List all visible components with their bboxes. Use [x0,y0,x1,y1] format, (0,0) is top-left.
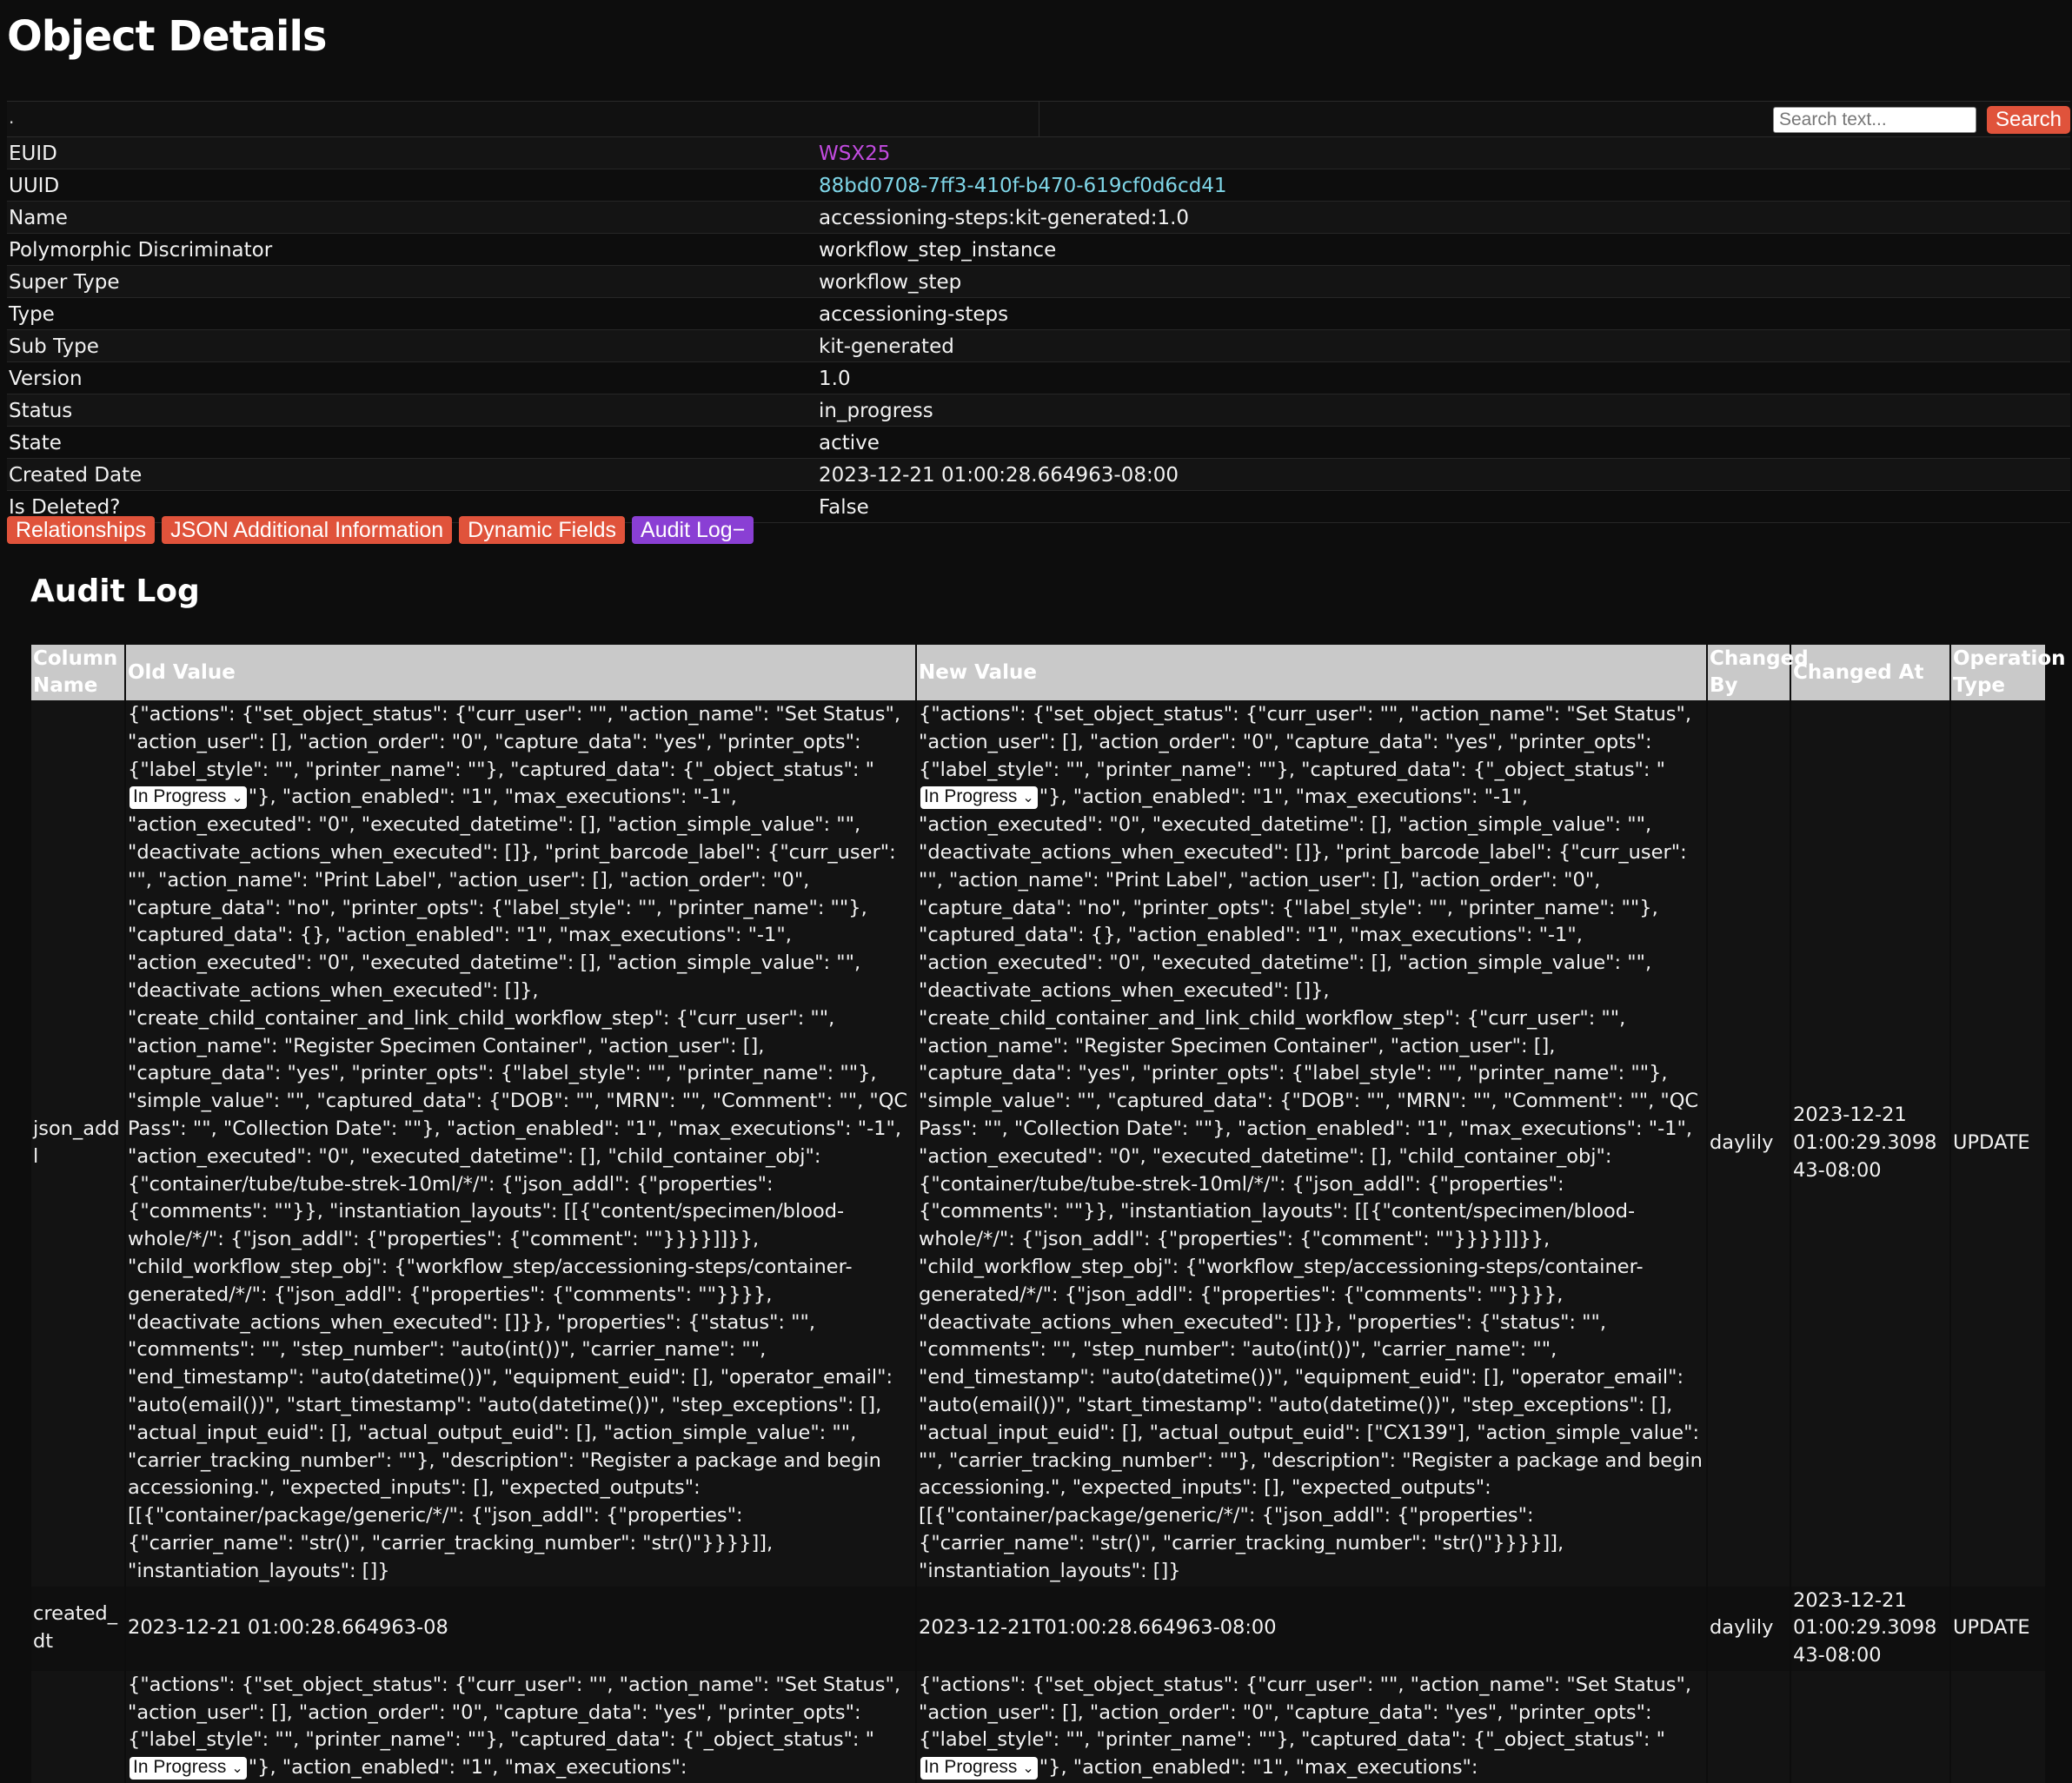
property-label: State [9,432,62,454]
cell-column-name: created_dt [31,1586,126,1671]
column-header-old-value: Old Value [125,645,917,700]
cell-column-name [31,1670,126,1783]
column-header-changed-by: Changed By [1707,645,1809,700]
cell-old-value: 2023-12-21 01:00:28.664963-08 [125,1586,917,1671]
property-label: Super Type [9,271,120,294]
cell-changed-by: daylily [1707,1586,1791,1671]
cell-changed-by: daylily [1707,700,1791,1587]
json-text: "}, "action_enabled": "1", "max_executio… [248,1756,687,1780]
status-select[interactable]: In Progress ⌄ [920,785,1038,809]
property-value: False [819,496,869,519]
column-header-operation-type: Operation Type [1950,645,2066,700]
cell-new-value: 2023-12-21T01:00:28.664963-08:00 [916,1586,1708,1671]
properties-table: EUID WSX25 UUID 88bd0708-7ff3-410f-b470-… [7,137,2070,523]
property-row-polymorphic-discriminator: Polymorphic Discriminator workflow_step_… [7,234,2070,266]
status-select-value: In Progress [924,785,1018,806]
cell-column-name: json_addl [31,700,126,1587]
property-row-uuid: UUID 88bd0708-7ff3-410f-b470-619cf0d6cd4… [7,169,2070,202]
property-row-version: Version 1.0 [7,362,2070,394]
property-label: Type [9,303,55,326]
tab-audit-log[interactable]: Audit Log− [632,516,754,544]
uuid-link[interactable]: 88bd0708-7ff3-410f-b470-619cf0d6cd41 [819,175,1227,197]
cell-changed-at: 2023-12-21 01:00:29.309843-08:00 [1790,1586,1951,1671]
property-row-euid: EUID WSX25 [7,137,2070,169]
json-text: {"actions": {"set_object_status": {"curr… [128,703,901,781]
property-row-status: Status in_progress [7,394,2070,427]
property-row-name: Name accessioning-steps:kit-generated:1.… [7,202,2070,234]
property-label: Status [9,400,73,422]
cell-changed-at [1790,1670,1951,1783]
tab-json-additional-information[interactable]: JSON Additional Information [162,516,453,544]
cell-old-value: {"actions": {"set_object_status": {"curr… [125,700,917,1587]
json-text: {"actions": {"set_object_status": {"curr… [128,1673,901,1752]
json-text: "}, "action_enabled": "1", "max_executio… [128,785,908,1582]
chevron-down-icon: ⌄ [1022,790,1034,805]
property-value: accessioning-steps:kit-generated:1.0 [819,207,1190,229]
section-tabs: Relationships JSON Additional Information… [7,516,760,544]
cell-operation-type: UPDATE [1950,700,2047,1587]
property-value: workflow_step [819,271,962,294]
page-title: Object Details [7,12,327,61]
search-input[interactable] [1773,107,1976,133]
table-row: json_addl {"actions": {"set_object_statu… [31,700,2047,1587]
property-row-created-date: Created Date 2023-12-21 01:00:28.664963-… [7,459,2070,491]
search-button[interactable]: Search [1987,106,2070,134]
status-select[interactable]: In Progress ⌄ [130,785,247,809]
table-row: created_dt 2023-12-21 01:00:28.664963-08… [31,1586,2047,1671]
cell-new-value: {"actions": {"set_object_status": {"curr… [916,1670,1708,1783]
property-label: UUID [9,175,60,197]
column-header-column-name: Column Name [31,645,126,700]
cell-operation-type: UPDATE [1950,1586,2047,1671]
status-select-value: In Progress [924,1756,1018,1777]
table-row: {"actions": {"set_object_status": {"curr… [31,1670,2047,1783]
tab-dynamic-fields[interactable]: Dynamic Fields [459,516,626,544]
property-row-state: State active [7,427,2070,459]
property-value: active [819,432,880,454]
property-label: Created Date [9,464,143,487]
search-bar: . Search [7,101,2070,137]
cell-changed-by [1707,1670,1791,1783]
json-text: {"actions": {"set_object_status": {"curr… [919,1673,1692,1752]
cell-changed-at: 2023-12-21 01:00:29.309843-08:00 [1790,700,1951,1587]
property-value: kit-generated [819,335,954,358]
property-value: workflow_step_instance [819,239,1057,262]
cell-operation-type [1950,1670,2047,1783]
status-select-value: In Progress [133,1756,227,1777]
audit-header-row: Column Name Old Value New Value Changed … [31,645,2066,700]
column-header-new-value: New Value [916,645,1708,700]
json-text: {"actions": {"set_object_status": {"curr… [919,703,1692,781]
euid-link[interactable]: WSX25 [819,143,890,165]
chevron-down-icon: ⌄ [231,790,243,805]
audit-log-table: Column Name Old Value New Value Changed … [31,645,2066,1783]
property-row-super-type: Super Type workflow_step [7,266,2070,298]
property-label: Polymorphic Discriminator [9,239,273,262]
cell-new-value: {"actions": {"set_object_status": {"curr… [916,700,1708,1587]
topbar-dot: . [9,107,15,128]
property-value: accessioning-steps [819,303,1009,326]
cell-old-value: {"actions": {"set_object_status": {"curr… [125,1670,917,1783]
property-value: 2023-12-21 01:00:28.664963-08:00 [819,464,1179,487]
status-select[interactable]: In Progress ⌄ [920,1756,1038,1780]
property-label: Version [9,368,83,390]
column-header-changed-at: Changed At [1790,645,1951,700]
property-row-type: Type accessioning-steps [7,298,2070,330]
status-select-value: In Progress [133,785,227,806]
chevron-down-icon: ⌄ [1022,1760,1034,1776]
property-label: Sub Type [9,335,99,358]
json-text: "}, "action_enabled": "1", "max_executio… [1039,1756,1478,1780]
json-text: "}, "action_enabled": "1", "max_executio… [919,785,1703,1582]
property-value: 1.0 [819,368,851,390]
property-label: EUID [9,143,57,165]
status-select[interactable]: In Progress ⌄ [130,1756,247,1780]
property-row-sub-type: Sub Type kit-generated [7,330,2070,362]
property-label: Name [9,207,68,229]
chevron-down-icon: ⌄ [231,1760,243,1776]
tab-relationships[interactable]: Relationships [7,516,156,544]
property-value: in_progress [819,400,933,422]
audit-log-heading: Audit Log [30,573,200,609]
